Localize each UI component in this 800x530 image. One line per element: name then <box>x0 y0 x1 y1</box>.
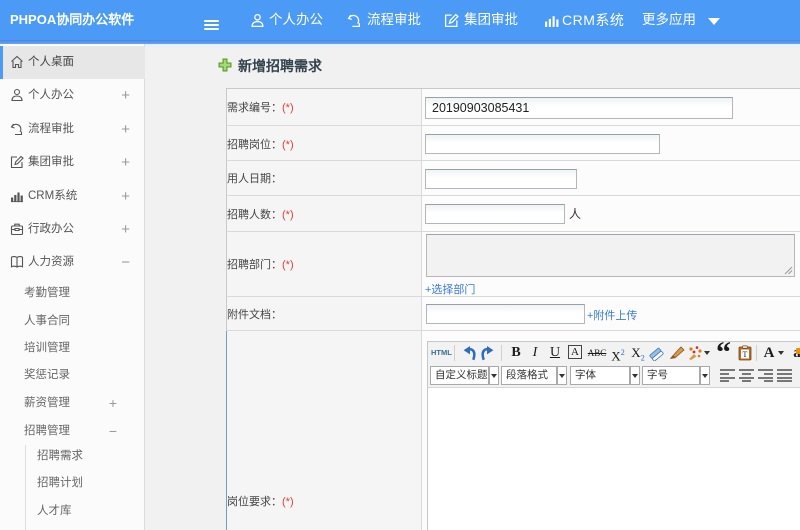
svg-text:T: T <box>743 350 748 359</box>
